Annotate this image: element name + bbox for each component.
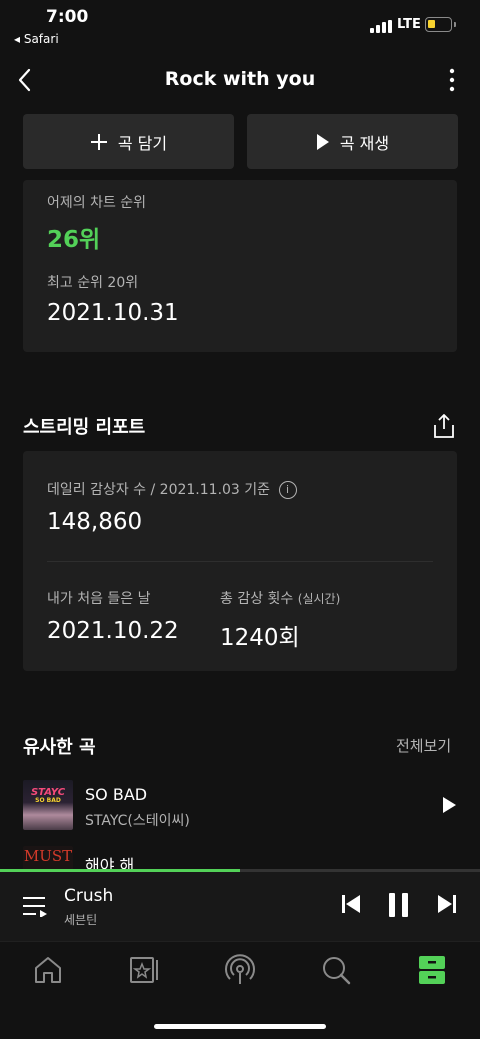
tab-podcast[interactable] <box>224 954 256 986</box>
home-icon <box>35 957 61 983</box>
play-song-button[interactable]: 곡 재생 <box>247 114 458 169</box>
song-title: SO BAD <box>85 785 148 804</box>
skip-next-icon <box>438 895 456 913</box>
progress-bar <box>0 869 240 872</box>
similar-songs-title: 유사한 곡 <box>23 737 96 758</box>
music-card-icon <box>130 957 158 983</box>
now-playing-title: Crush <box>64 886 114 906</box>
best-rank-label: 최고 순위 20위 <box>47 275 139 291</box>
tab-home[interactable] <box>32 954 64 986</box>
view-all-link[interactable]: 전체보기 <box>396 735 451 756</box>
list-item[interactable]: MUST 해야 해 <box>23 846 457 869</box>
first-listen-label: 내가 처음 들은 날 <box>47 591 151 607</box>
podcast-icon <box>225 954 255 984</box>
skip-previous-icon <box>342 895 360 913</box>
more-vertical-icon <box>449 68 455 92</box>
now-playing-artist: 세븐틴 <box>64 913 98 927</box>
total-plays-label: 총 감상 횟수 (실시간) <box>220 588 340 608</box>
next-button[interactable] <box>437 893 457 919</box>
add-song-button[interactable]: 곡 담기 <box>23 114 234 169</box>
add-song-label: 곡 담기 <box>117 133 168 153</box>
daily-listeners-value: 148,860 <box>47 509 143 535</box>
more-options-button[interactable] <box>440 66 464 94</box>
song-play-button[interactable] <box>441 796 457 814</box>
share-icon <box>434 414 454 438</box>
search-icon <box>323 957 351 985</box>
streaming-report-card: 데일리 감상자 수 / 2021.11.03 기준 i 148,860 내가 처… <box>23 451 457 671</box>
back-to-safari-link[interactable]: ◂ Safari <box>14 32 59 46</box>
playlist-icon <box>23 897 47 918</box>
nav-header: Rock with you <box>0 56 480 104</box>
page-title: Rock with you <box>164 68 316 90</box>
album-art-subtext: SO BAD <box>35 797 61 804</box>
battery-icon <box>425 17 456 32</box>
best-rank-date: 2021.10.31 <box>47 300 179 326</box>
song-artist: STAYC(스테이씨) <box>85 813 190 829</box>
tab-search[interactable] <box>320 954 352 986</box>
pause-button[interactable] <box>387 893 411 921</box>
streaming-report-title: 스트리밍 리포트 <box>23 417 146 438</box>
network-type: LTE <box>397 17 421 32</box>
yesterday-rank-value: 26위 <box>47 227 101 253</box>
play-icon <box>443 797 456 813</box>
tab-browse[interactable] <box>128 954 160 986</box>
status-time: 7:00 <box>46 7 89 27</box>
list-item[interactable]: STAYC SO BAD SO BAD STAYC(스테이씨) <box>23 780 457 832</box>
playlist-button[interactable] <box>22 895 48 918</box>
album-art-text: MUST <box>23 847 73 865</box>
previous-button[interactable] <box>341 893 361 919</box>
yesterday-rank-label: 어제의 차트 순위 <box>47 195 147 211</box>
signal-icon <box>370 20 392 33</box>
song-title: 해야 해 <box>85 856 135 869</box>
total-plays-realtime: (실시간) <box>297 592 341 606</box>
pause-icon <box>389 893 408 917</box>
play-icon <box>316 133 330 150</box>
home-indicator <box>154 1024 326 1029</box>
chart-rank-card: 어제의 차트 순위 26위 최고 순위 20위 2021.10.31 <box>23 180 457 352</box>
daily-listeners-label: 데일리 감상자 수 / 2021.11.03 기준 i <box>47 479 297 499</box>
tab-library[interactable] <box>416 954 448 986</box>
daily-listeners-label-text: 데일리 감상자 수 / 2021.11.03 기준 <box>47 482 271 498</box>
plus-icon <box>90 133 108 151</box>
library-icon <box>419 956 445 984</box>
first-listen-value: 2021.10.22 <box>47 618 179 644</box>
share-button[interactable] <box>432 413 456 439</box>
play-song-label: 곡 재생 <box>339 133 390 153</box>
status-bar: 7:00 ◂ Safari LTE <box>0 0 480 54</box>
album-art: STAYC SO BAD <box>23 780 73 830</box>
divider <box>47 561 433 562</box>
total-plays-value: 1240회 <box>220 625 300 651</box>
album-art: MUST <box>23 846 73 869</box>
mini-player[interactable]: Crush 세븐틴 <box>0 869 480 941</box>
info-icon[interactable]: i <box>278 481 297 499</box>
total-plays-label-text: 총 감상 횟수 <box>220 591 294 607</box>
